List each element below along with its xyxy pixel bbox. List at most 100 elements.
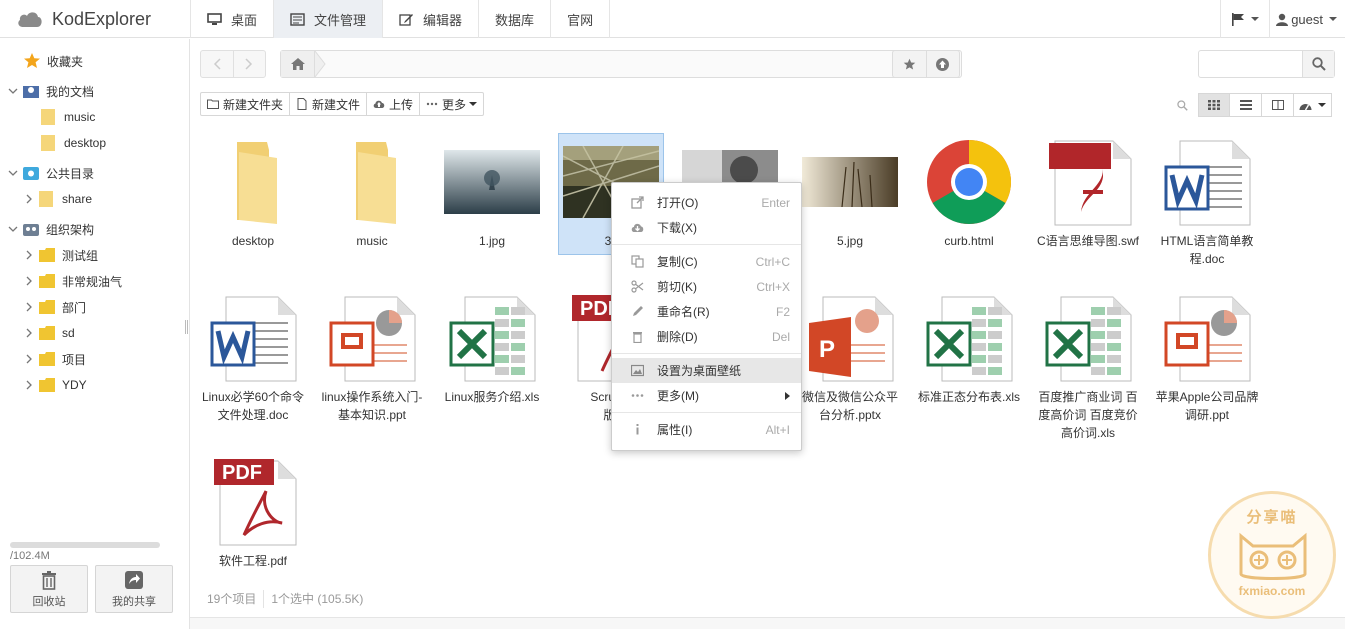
status-bar: 19个项目 1个选中 (105.5K) xyxy=(200,590,370,608)
grid-view-button[interactable] xyxy=(1198,93,1230,117)
more-button[interactable]: 更多 xyxy=(420,93,483,115)
zoom-button[interactable] xyxy=(1172,93,1192,117)
file-item[interactable]: P 微信及微信公众平台分析.pptx xyxy=(798,292,902,424)
zoom-icon xyxy=(1176,99,1188,111)
file-item[interactable]: HTML语言简单教程.doc xyxy=(1155,136,1259,268)
menu-copy[interactable]: 复制(C) Ctrl+C xyxy=(612,249,801,274)
file-name: 标准正态分布表.xls xyxy=(917,390,1020,404)
copy-icon xyxy=(631,255,644,268)
nav-database-label: 数据库 xyxy=(495,12,535,28)
sidebar-label: 部门 xyxy=(62,300,87,315)
file-name: 软件工程.pdf xyxy=(218,554,288,568)
chevron-right-icon xyxy=(26,194,32,204)
file-item[interactable]: 1.jpg xyxy=(440,136,544,250)
sidebar-item-project[interactable]: 项目 xyxy=(24,346,86,372)
sidebar-item-music[interactable]: music xyxy=(40,104,95,130)
file-outline-icon xyxy=(297,98,307,110)
recycle-bin-button[interactable]: 回收站 xyxy=(10,565,88,613)
search-button[interactable] xyxy=(1302,51,1334,77)
sidebar-item-desktop[interactable]: desktop xyxy=(40,130,106,156)
file-item[interactable]: C语言思维导图.swf xyxy=(1036,136,1140,250)
menu-set-wallpaper[interactable]: 设置为桌面壁纸 xyxy=(612,358,801,383)
file-item[interactable]: desktop xyxy=(201,136,305,250)
swf-file-icon xyxy=(1049,140,1132,226)
sidebar-item-favorites[interactable]: 收藏夹 xyxy=(23,48,83,74)
menu-more[interactable]: 更多(M) xyxy=(612,383,801,408)
folder-icon xyxy=(41,109,55,125)
list-view-button[interactable] xyxy=(1230,93,1262,117)
chevron-right-icon xyxy=(26,250,32,260)
new-file-label: 新建文件 xyxy=(312,97,361,112)
file-item[interactable]: 苹果Apple公司品牌调研.ppt xyxy=(1155,292,1259,424)
file-item[interactable]: music xyxy=(320,136,424,250)
menu-shortcut: Ctrl+C xyxy=(755,254,790,269)
user-menu[interactable]: guest xyxy=(1269,0,1345,38)
folder-icon xyxy=(39,326,55,340)
folder-icon xyxy=(356,142,396,224)
image-thumbnail xyxy=(444,150,540,214)
sidebar-resize-handle[interactable] xyxy=(185,320,188,334)
nav-website[interactable]: 官网 xyxy=(551,0,611,38)
sidebar-item-department[interactable]: 部门 xyxy=(24,294,86,320)
sidebar-item-sd[interactable]: sd xyxy=(24,320,75,346)
back-button[interactable] xyxy=(201,51,234,77)
file-item[interactable]: Linux服务介绍.xls xyxy=(440,292,544,406)
cloud-download-icon xyxy=(631,223,644,232)
home-button[interactable] xyxy=(281,51,315,77)
file-item[interactable]: 百度推广商业词 百度高价词 百度竞价高价词.xls xyxy=(1036,292,1140,442)
sidebar-item-public[interactable]: 公共目录 xyxy=(8,160,94,186)
menu-cut[interactable]: 剪切(K) Ctrl+X xyxy=(612,274,801,299)
file-name: 百度推广商业词 百度高价词 百度竞价高价词.xls xyxy=(1038,390,1138,440)
path-input[interactable] xyxy=(280,50,962,78)
language-button[interactable] xyxy=(1220,0,1269,38)
sidebar-item-share[interactable]: share xyxy=(24,186,92,212)
file-item[interactable]: Linux必学60个命令文件处理.doc xyxy=(201,292,305,424)
my-share-button[interactable]: 我的共享 xyxy=(95,565,173,613)
recycle-bin-label: 回收站 xyxy=(32,595,66,608)
sidebar-item-test-group[interactable]: 测试组 xyxy=(24,242,98,268)
sidebar-label: 非常规油气 xyxy=(62,274,123,289)
file-item[interactable]: curb.html xyxy=(917,136,1021,250)
file-toolbar: 新建文件夹 新建文件 上传 更多 xyxy=(200,92,485,116)
breadcrumb-arrow-icon xyxy=(315,51,326,77)
chevron-right-icon xyxy=(26,302,32,312)
nav-editor[interactable]: 编辑器 xyxy=(383,0,480,38)
logo[interactable]: KodExplorer xyxy=(17,7,151,31)
theme-button[interactable] xyxy=(1294,93,1332,117)
sidebar-item-org[interactable]: 组织架构 xyxy=(8,216,94,242)
sidebar-item-ydy[interactable]: YDY xyxy=(24,372,87,398)
sidebar-label: YDY xyxy=(62,378,87,392)
file-item[interactable]: PDF 软件工程.pdf xyxy=(201,456,305,570)
trash-icon xyxy=(42,570,56,590)
menu-label: 剪切(K) xyxy=(657,280,697,294)
new-file-button[interactable]: 新建文件 xyxy=(290,93,368,115)
forward-button[interactable] xyxy=(234,51,266,77)
menu-open[interactable]: 打开(O) Enter xyxy=(612,190,801,215)
file-name: HTML语言简单教程.doc xyxy=(1160,234,1254,266)
menu-rename[interactable]: 重命名(R) F2 xyxy=(612,299,801,324)
file-item[interactable]: 5.jpg xyxy=(798,136,902,250)
menu-download[interactable]: 下载(X) xyxy=(612,215,801,240)
parent-folder-button[interactable] xyxy=(927,51,960,77)
upload-button[interactable]: 上传 xyxy=(367,93,421,115)
menu-label: 重命名(R) xyxy=(657,305,710,319)
file-name: Linux必学60个命令文件处理.doc xyxy=(201,390,305,422)
pencil-icon xyxy=(633,306,643,316)
favorite-button[interactable] xyxy=(893,51,927,77)
new-folder-button[interactable]: 新建文件夹 xyxy=(201,93,291,115)
menu-properties[interactable]: 属性(I) Alt+I xyxy=(612,417,801,442)
split-view-button[interactable] xyxy=(1262,93,1294,117)
menu-shortcut: Alt+I xyxy=(765,422,790,437)
menu-delete[interactable]: 删除(D) Del xyxy=(612,324,801,349)
chevron-down-icon xyxy=(8,226,18,232)
file-item[interactable]: linux操作系统入门-基本知识.ppt xyxy=(320,292,424,424)
excel-file-icon xyxy=(926,296,1013,382)
sidebar-item-unconventional[interactable]: 非常规油气 xyxy=(24,268,122,294)
menu-label: 复制(C) xyxy=(657,255,698,269)
sidebar-item-my-docs[interactable]: 我的文档 xyxy=(8,78,94,104)
picture-icon xyxy=(631,364,644,377)
file-item[interactable]: 标准正态分布表.xls xyxy=(917,292,1021,406)
nav-desktop[interactable]: 桌面 xyxy=(191,0,275,38)
nav-database[interactable]: 数据库 xyxy=(479,0,552,38)
nav-file-manager[interactable]: 文件管理 xyxy=(274,0,384,38)
